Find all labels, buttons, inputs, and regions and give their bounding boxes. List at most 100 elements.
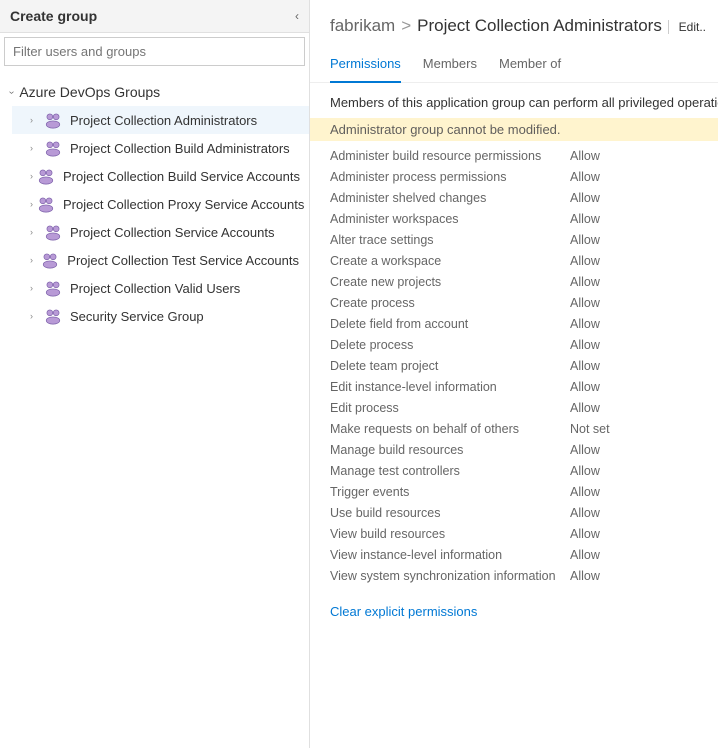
tree-item[interactable]: › Project Collection Administrators	[12, 106, 309, 134]
tree-item[interactable]: ›Security Service Group	[12, 302, 309, 330]
left-panel: Create group ‹ › Azure DevOps Groups ›Pr…	[0, 0, 310, 748]
permission-name: Use build resources	[330, 506, 570, 520]
permission-name: Create process	[330, 296, 570, 310]
permission-row[interactable]: Administer workspacesAllow	[310, 208, 718, 229]
permission-row[interactable]: Delete processAllow	[310, 334, 718, 355]
permission-row[interactable]: View build resourcesAllow	[310, 523, 718, 544]
permission-name: Manage build resources	[330, 443, 570, 457]
left-header: Create group ‹	[0, 0, 309, 33]
permission-name: Delete team project	[330, 359, 570, 373]
permission-row[interactable]: Alter trace settingsAllow	[310, 229, 718, 250]
permission-row[interactable]: Edit processAllow	[310, 397, 718, 418]
tree-item[interactable]: › Project Collection Test Service Account…	[12, 246, 309, 274]
permission-value[interactable]: Allow	[570, 296, 600, 310]
permission-row[interactable]: Edit instance-level informationAllow	[310, 376, 718, 397]
filter-input[interactable]	[4, 37, 305, 66]
breadcrumb: fabrikam > Project Collection Administra…	[330, 16, 662, 36]
permission-row[interactable]: Delete field from accountAllow	[310, 313, 718, 334]
breadcrumb-org[interactable]: fabrikam	[330, 16, 395, 36]
permission-value[interactable]: Allow	[570, 401, 600, 415]
edit-button[interactable]: Edit..	[668, 20, 706, 34]
permission-name: Delete process	[330, 338, 570, 352]
permission-row[interactable]: Manage test controllersAllow	[310, 460, 718, 481]
tree-parent-label: Azure DevOps Groups	[19, 84, 160, 100]
tab-members[interactable]: Members	[423, 50, 477, 82]
tree-item-label: Project Collection Proxy Service Account…	[63, 197, 304, 212]
tree-item-label: Project Collection Administrators	[70, 113, 257, 128]
permission-value[interactable]: Allow	[570, 275, 600, 289]
tree-item-label: Project Collection Build Service Account…	[63, 169, 300, 184]
permission-name: Administer workspaces	[330, 212, 570, 226]
permission-value[interactable]: Allow	[570, 317, 600, 331]
permission-row[interactable]: Manage build resourcesAllow	[310, 439, 718, 460]
chevron-right-icon: ›	[30, 199, 33, 209]
clear-permissions-link[interactable]: Clear explicit permissions	[310, 590, 718, 633]
tree-children: ›Project Collection Administrators›Proje…	[0, 106, 309, 330]
permission-value[interactable]: Allow	[570, 149, 600, 163]
permission-value[interactable]: Allow	[570, 527, 600, 541]
group-icon	[44, 139, 62, 157]
permission-row[interactable]: Use build resourcesAllow	[310, 502, 718, 523]
tree-item[interactable]: ›Project Collection Service Accounts	[12, 218, 309, 246]
permission-value[interactable]: Allow	[570, 443, 600, 457]
permission-value[interactable]: Allow	[570, 380, 600, 394]
permission-name: Trigger events	[330, 485, 570, 499]
permission-name: Edit process	[330, 401, 570, 415]
permission-row[interactable]: View system synchronization informationA…	[310, 565, 718, 586]
permission-name: Administer process permissions	[330, 170, 570, 184]
permission-row[interactable]: Create new projectsAllow	[310, 271, 718, 292]
right-header: fabrikam > Project Collection Administra…	[310, 0, 718, 50]
tabs: Permissions Members Member of	[310, 50, 718, 83]
chevron-right-icon: ›	[30, 143, 40, 153]
permission-value[interactable]: Allow	[570, 548, 600, 562]
chevron-right-icon: ›	[30, 255, 37, 265]
permission-name: Create a workspace	[330, 254, 570, 268]
tree-parent-azure-devops-groups[interactable]: › Azure DevOps Groups	[0, 78, 309, 106]
permission-name: Administer build resource permissions	[330, 149, 570, 163]
chevron-right-icon: ›	[30, 311, 40, 321]
permission-value[interactable]: Allow	[570, 506, 600, 520]
permission-value[interactable]: Allow	[570, 212, 600, 226]
permission-value[interactable]: Allow	[570, 464, 600, 478]
permission-row[interactable]: Administer build resource permissionsAll…	[310, 145, 718, 166]
permission-name: Delete field from account	[330, 317, 570, 331]
chevron-right-icon: ›	[30, 115, 40, 125]
chevron-right-icon: ›	[30, 171, 33, 181]
group-icon	[37, 195, 55, 213]
permission-name: Alter trace settings	[330, 233, 570, 247]
permission-row[interactable]: Administer process permissionsAllow	[310, 166, 718, 187]
permission-value[interactable]: Allow	[570, 569, 600, 583]
group-icon	[44, 279, 62, 297]
permission-name: View system synchronization information	[330, 569, 570, 583]
tree-item-label: Project Collection Build Administrators	[70, 141, 290, 156]
permission-name: View build resources	[330, 527, 570, 541]
filter-wrap	[0, 33, 309, 70]
permission-name: Manage test controllers	[330, 464, 570, 478]
tree-item[interactable]: › Project Collection Build Service Accoun…	[12, 162, 309, 190]
permission-row[interactable]: Create a workspaceAllow	[310, 250, 718, 271]
permission-row[interactable]: Administer shelved changesAllow	[310, 187, 718, 208]
chevron-right-icon: ›	[30, 227, 40, 237]
permission-row[interactable]: Delete team projectAllow	[310, 355, 718, 376]
group-icon	[41, 251, 59, 269]
permission-value[interactable]: Allow	[570, 170, 600, 184]
permission-value[interactable]: Allow	[570, 191, 600, 205]
permission-row[interactable]: Create processAllow	[310, 292, 718, 313]
collapse-icon[interactable]: ‹	[295, 9, 299, 23]
tab-permissions[interactable]: Permissions	[330, 50, 401, 83]
chevron-right-icon: ›	[30, 283, 40, 293]
permission-row[interactable]: Make requests on behalf of othersNot set	[310, 418, 718, 439]
tab-member-of[interactable]: Member of	[499, 50, 561, 82]
permission-value[interactable]: Not set	[570, 422, 610, 436]
permission-row[interactable]: Trigger eventsAllow	[310, 481, 718, 502]
permission-value[interactable]: Allow	[570, 233, 600, 247]
tree-item[interactable]: ›Project Collection Valid Users	[12, 274, 309, 302]
tree-item[interactable]: › Project Collection Proxy Service Accoun…	[12, 190, 309, 218]
tree-item[interactable]: › Project Collection Build Administrators	[12, 134, 309, 162]
permission-value[interactable]: Allow	[570, 338, 600, 352]
permission-value[interactable]: Allow	[570, 254, 600, 268]
tree-item-label: Project Collection Test Service Accounts	[67, 253, 299, 268]
permission-value[interactable]: Allow	[570, 485, 600, 499]
permission-value[interactable]: Allow	[570, 359, 600, 373]
permission-row[interactable]: View instance-level informationAllow	[310, 544, 718, 565]
